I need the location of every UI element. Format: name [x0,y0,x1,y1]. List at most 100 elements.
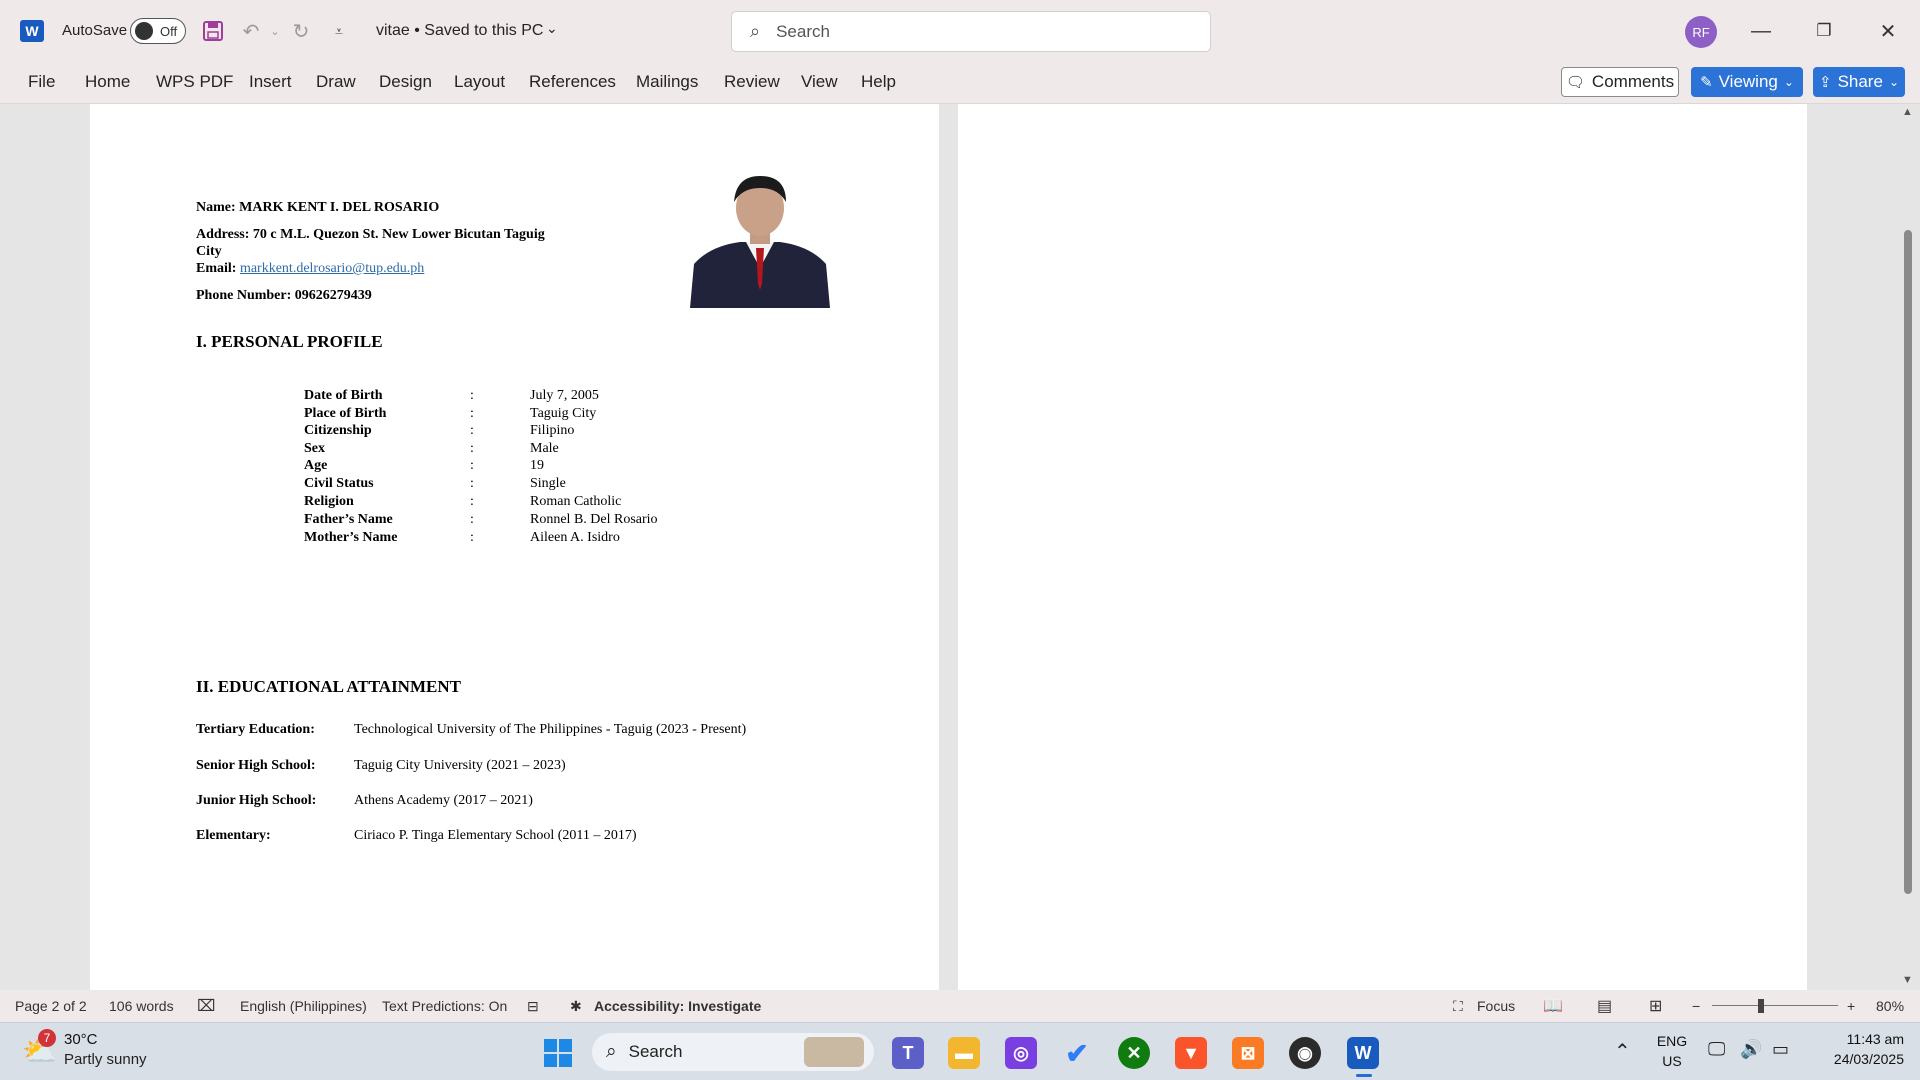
web-layout-icon[interactable]: ⊞ [1649,996,1662,1016]
show-hidden-icons-icon[interactable]: ⌃ [1614,1039,1631,1064]
chevron-down-icon: ⌄ [1888,75,1899,89]
zoom-out-button[interactable]: − [1692,998,1700,1014]
profile-label: Civil Status [304,476,374,491]
clock-time[interactable]: 11:43 am [1804,1031,1904,1047]
tab-layout[interactable]: Layout [454,72,505,92]
volume-icon[interactable]: 🔊 [1740,1039,1762,1060]
profile-colon: : [470,476,474,491]
viewing-button[interactable]: ✎ Viewing ⌄ [1691,67,1803,97]
education-value: Technological University of The Philippi… [354,722,747,737]
obs-icon[interactable]: ◉ [1289,1037,1321,1069]
search-icon: ⌕ [750,21,761,41]
education-label: Tertiary Education: [196,722,315,737]
macro-icon[interactable]: ⊟ [527,998,539,1015]
address-line: Address: 70 c M.L. Quezon St. New Lower … [196,227,545,242]
accessibility-status[interactable]: Accessibility: Investigate [594,998,761,1014]
autosave-state: Off [160,23,178,39]
comment-icon: 🗨 [1565,74,1585,91]
zoom-slider[interactable] [1712,1005,1838,1006]
tab-help[interactable]: Help [861,72,896,92]
education-value: Athens Academy (2017 – 2021) [354,793,533,808]
print-layout-icon[interactable]: ▤ [1597,996,1612,1016]
profile-colon: : [470,512,474,527]
blank-page[interactable] [958,104,1807,990]
close-icon[interactable]: ✕ [1870,14,1906,48]
profile-value: July 7, 2005 [530,388,599,403]
undo-icon[interactable]: ↶ [238,18,264,44]
teams-icon[interactable]: T [892,1037,924,1069]
tab-insert[interactable]: Insert [249,72,292,92]
document-title[interactable]: vitae • Saved to this PC [376,22,543,40]
tab-references[interactable]: References [529,72,616,92]
tab-file[interactable]: File [28,72,55,92]
xampp-icon[interactable]: ⊠ [1232,1037,1264,1069]
battery-icon[interactable]: ▭ [1772,1039,1789,1060]
tab-draw[interactable]: Draw [316,72,356,92]
scrollbar-thumb[interactable] [1904,230,1912,894]
zoom-slider-thumb[interactable] [1758,999,1764,1013]
scroll-down-icon[interactable]: ▼ [1902,974,1913,986]
name-line: Name: MARK KENT I. DEL ROSARIO [196,200,440,215]
start-button[interactable] [542,1037,574,1069]
tab-mailings[interactable]: Mailings [636,72,698,92]
read-mode-icon[interactable]: 📖 [1543,996,1563,1016]
page-count[interactable]: Page 2 of 2 [15,998,87,1014]
profile-value: Single [530,476,566,491]
zoom-level[interactable]: 80% [1876,998,1904,1014]
share-button[interactable]: ⇪ Share ⌄ [1813,67,1905,97]
proofing-icon[interactable]: ⌧ [197,996,215,1016]
file-explorer-icon[interactable]: ▬ [948,1037,980,1069]
restore-icon[interactable]: ❐ [1806,14,1842,48]
language-indicator-top[interactable]: ENG [1656,1033,1688,1049]
profile-label: Father’s Name [304,512,393,527]
weather-description: Partly sunny [64,1051,147,1068]
search-box[interactable]: ⌕ Search [731,11,1211,52]
taskbar: ⛅ 7 30°C Partly sunny ⌕ Search T ▬ ◎ ✔ ✕… [0,1022,1920,1080]
pen-icon: ✎ [1700,74,1713,91]
comments-button[interactable]: 🗨 Comments [1561,67,1679,97]
language[interactable]: English (Philippines) [240,998,367,1014]
todo-icon[interactable]: ✔ [1061,1037,1093,1069]
save-icon[interactable] [200,18,226,44]
word-taskbar-icon[interactable]: W [1347,1037,1379,1069]
avatar[interactable]: RF [1685,16,1717,48]
network-icon[interactable]: 🖵 [1708,1039,1725,1060]
page-2[interactable]: Name: MARK KENT I. DEL ROSARIO Address: … [90,104,939,990]
focus-button[interactable]: Focus [1477,998,1515,1014]
zoom-in-button[interactable]: + [1847,998,1855,1014]
word-logo-icon: W [20,20,44,42]
title-bar: W AutoSave Off ↶ ⌄ ↻ ⩡ vitae • Saved to … [0,0,1920,62]
tab-view[interactable]: View [801,72,838,92]
minimize-icon[interactable]: — [1743,14,1779,48]
profile-label: Religion [304,494,354,509]
chat-app-icon[interactable]: ◎ [1005,1037,1037,1069]
text-predictions[interactable]: Text Predictions: On [382,998,507,1014]
tab-home[interactable]: Home [85,72,130,92]
customize-toolbar-icon[interactable]: ⩡ [326,18,352,44]
tab-review[interactable]: Review [724,72,780,92]
email-link[interactable]: markkent.delrosario@tup.edu.ph [240,261,424,276]
share-label: Share [1837,72,1883,91]
tab-wps-pdf[interactable]: WPS PDF [156,72,233,92]
undo-dropdown-icon[interactable]: ⌄ [262,18,288,44]
xbox-icon[interactable]: ✕ [1118,1037,1150,1069]
profile-colon: : [470,530,474,545]
education-label: Elementary: [196,828,271,843]
search-icon: ⌕ [606,1041,617,1062]
word-count[interactable]: 106 words [109,998,174,1014]
autosave-toggle[interactable]: Off [130,18,186,44]
brave-browser-icon[interactable]: ▼ [1175,1037,1207,1069]
profile-colon: : [470,406,474,421]
clock-date[interactable]: 24/03/2025 [1804,1051,1904,1067]
taskbar-search[interactable]: ⌕ Search [592,1033,874,1071]
profile-value: Aileen A. Isidro [530,530,620,545]
scroll-up-icon[interactable]: ▲ [1902,106,1913,118]
redo-icon[interactable]: ↻ [288,18,314,44]
language-indicator-bottom[interactable]: US [1656,1053,1688,1069]
profile-label: Citizenship [304,423,372,438]
profile-photo[interactable] [690,172,830,308]
tab-design[interactable]: Design [379,72,432,92]
chevron-down-icon[interactable]: ⌄ [546,20,558,37]
weather-badge: 7 [38,1029,56,1047]
document-canvas[interactable]: Name: MARK KENT I. DEL ROSARIO Address: … [0,104,1920,990]
